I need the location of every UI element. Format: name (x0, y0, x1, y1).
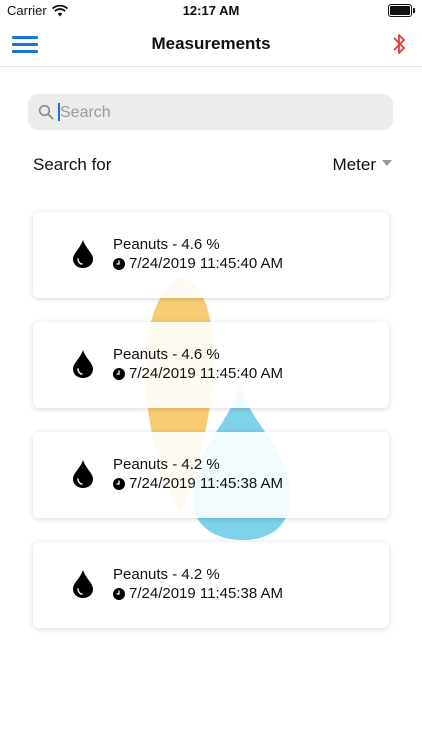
page-title: Measurements (151, 34, 271, 53)
clock-icon (113, 257, 125, 270)
status-time: 12:17 AM (182, 3, 240, 18)
measurement-timestamp: 7/24/2019 11:45:38 AM (129, 475, 284, 492)
drop-icon (73, 350, 93, 378)
measurement-title: Peanuts - 4.6 % (113, 236, 220, 253)
drop-icon (73, 460, 93, 488)
search-for-label: Search for (33, 155, 112, 174)
drop-icon (73, 570, 93, 598)
drop-icon (73, 240, 93, 268)
status-bar: Carrier 12:17 AM (0, 0, 422, 22)
measurement-card[interactable]: Peanuts - 4.6 % 7/24/2019 11:45:40 AM (33, 212, 389, 298)
measurement-title: Peanuts - 4.2 % (113, 456, 220, 473)
measurement-list: Peanuts - 4.6 % 7/24/2019 11:45:40 AM Pe… (33, 212, 389, 652)
search-input[interactable] (58, 94, 382, 132)
text-cursor (58, 103, 60, 121)
measurement-title: Peanuts - 4.6 % (113, 346, 220, 363)
measurement-card[interactable]: Peanuts - 4.6 % 7/24/2019 11:45:40 AM (33, 322, 389, 408)
battery-icon (388, 4, 415, 17)
search-type-dropdown[interactable]: Meter (333, 155, 392, 175)
search-bar[interactable] (28, 94, 393, 132)
clock-icon (113, 367, 125, 380)
measurement-timestamp: 7/24/2019 11:45:40 AM (129, 255, 284, 272)
measurement-card[interactable]: Peanuts - 4.2 % 7/24/2019 11:45:38 AM (33, 432, 389, 518)
search-icon (38, 104, 54, 120)
measurement-time: 7/24/2019 11:45:40 AM (113, 255, 283, 272)
measurement-time: 7/24/2019 11:45:38 AM (113, 475, 283, 492)
measurement-card[interactable]: Peanuts - 4.2 % 7/24/2019 11:45:38 AM (33, 542, 389, 628)
clock-icon (113, 587, 125, 600)
measurement-timestamp: 7/24/2019 11:45:40 AM (129, 365, 284, 382)
clock-icon (113, 477, 125, 490)
navigation-bar: Measurements (0, 22, 422, 67)
measurement-time: 7/24/2019 11:45:40 AM (113, 365, 283, 382)
measurement-title: Peanuts - 4.2 % (113, 566, 220, 583)
measurement-time: 7/24/2019 11:45:38 AM (113, 585, 283, 602)
search-type-value: Meter (332, 155, 376, 174)
bluetooth-icon[interactable] (392, 32, 406, 56)
chevron-down-icon (382, 160, 392, 166)
measurement-timestamp: 7/24/2019 11:45:38 AM (129, 585, 284, 602)
